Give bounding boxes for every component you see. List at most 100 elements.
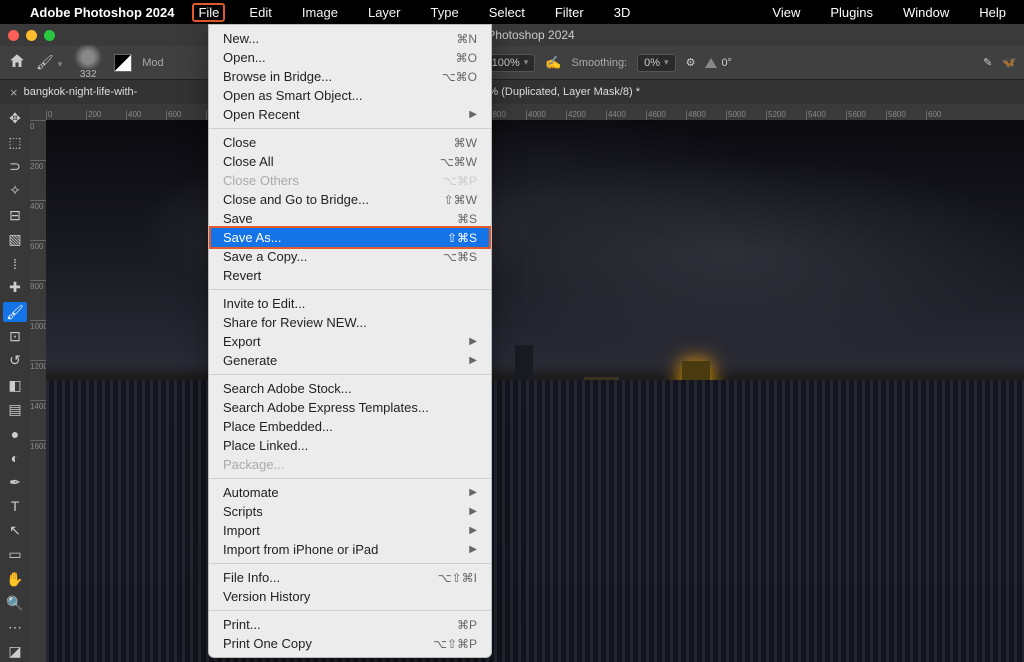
tool-heal[interactable]: ✚ [3, 278, 27, 298]
menu-item-search-adobe-stock[interactable]: Search Adobe Stock... [209, 379, 491, 398]
tool-hand[interactable]: ✋ [3, 569, 27, 589]
menu-select[interactable]: Select [483, 3, 531, 22]
menu-item-export[interactable]: Export▶ [209, 332, 491, 351]
menu-item-label: Package... [223, 457, 284, 472]
menu-file[interactable]: File [192, 3, 225, 22]
tool-marquee[interactable]: ⬚ [3, 132, 27, 152]
menu-item-import[interactable]: Import▶ [209, 521, 491, 540]
menu-separator [209, 289, 491, 290]
menu-item-open-as-smart-object[interactable]: Open as Smart Object... [209, 86, 491, 105]
menu-plugins[interactable]: Plugins [824, 3, 879, 22]
tool-stamp[interactable]: ⊡ [3, 326, 27, 346]
blend-swatch-icon[interactable] [114, 54, 132, 72]
menu-item-new[interactable]: New...⌘N [209, 29, 491, 48]
symmetry-icon[interactable]: ✎ [983, 56, 992, 69]
menu-item-close[interactable]: Close⌘W [209, 133, 491, 152]
menu-view[interactable]: View [766, 3, 806, 22]
menu-help[interactable]: Help [973, 3, 1012, 22]
menu-item-place-linked[interactable]: Place Linked... [209, 436, 491, 455]
gear-icon[interactable]: ⚙ [686, 56, 696, 69]
menu-item-shortcut: ⌥⌘O [442, 70, 477, 84]
menu-filter[interactable]: Filter [549, 3, 590, 22]
menu-item-browse-in-bridge[interactable]: Browse in Bridge...⌥⌘O [209, 67, 491, 86]
brush-angle[interactable]: 0° [705, 57, 732, 69]
toolbox: ✥ ⬚ ⊃ ✧ ⊟ ▧ ⁞ ✚ 🖌 ⊡ ↺ ◧ ▤ ● ◐ ✒ T ↖ ▭ ✋ 🔍 ⋯ ◪ [0, 104, 30, 662]
options-bar: 🖌 ▾ 332 Mod w: 100%▾ ✍ Smoothing: 0%▾ ⚙ … [0, 46, 1024, 80]
tool-wand[interactable]: ✧ [3, 181, 27, 201]
tool-frame[interactable]: ▧ [3, 229, 27, 249]
chevron-right-icon: ▶ [469, 355, 477, 366]
flow-select[interactable]: 100%▾ [485, 54, 536, 72]
menu-item-place-embedded[interactable]: Place Embedded... [209, 417, 491, 436]
tool-eraser[interactable]: ◧ [3, 375, 27, 395]
tool-rect[interactable]: ▭ [3, 545, 27, 565]
menu-item-shortcut: ⌘N [456, 32, 477, 46]
tool-lasso[interactable]: ⊃ [3, 157, 27, 177]
tool-brush[interactable]: 🖌 [3, 302, 27, 322]
document-tab[interactable]: bangkok-night-life-with- [24, 86, 138, 98]
menu-item-open-recent[interactable]: Open Recent ▶ [209, 105, 491, 124]
tool-fgbg[interactable]: ◪ [3, 642, 27, 662]
menu-item-print[interactable]: Print...⌘P [209, 615, 491, 634]
airbrush-icon[interactable]: ✍ [545, 55, 561, 71]
tool-ellipsis[interactable]: ⋯ [3, 618, 27, 638]
menu-item-label: Place Embedded... [223, 419, 333, 434]
menu-3d[interactable]: 3D [608, 3, 637, 22]
tool-zoom[interactable]: 🔍 [3, 593, 27, 613]
menu-item-share-for-review-new[interactable]: Share for Review NEW... [209, 313, 491, 332]
menu-item-close-and-go-to-bridge[interactable]: Close and Go to Bridge...⇧⌘W [209, 190, 491, 209]
close-window-icon[interactable] [8, 30, 19, 41]
menu-item-save-as[interactable]: Save As...⇧⌘S [209, 226, 491, 249]
menu-layer[interactable]: Layer [362, 3, 407, 22]
menu-item-automate[interactable]: Automate▶ [209, 483, 491, 502]
menu-image[interactable]: Image [296, 3, 344, 22]
brush-tool-preview-icon[interactable]: 🖌 ▾ [36, 54, 62, 71]
menu-item-generate[interactable]: Generate ▶ [209, 351, 491, 370]
macos-menubar: Adobe Photoshop 2024 File Edit Image Layer T… [0, 0, 1024, 24]
menu-item-search-adobe-express-templates[interactable]: Search Adobe Express Templates... [209, 398, 491, 417]
butterfly-icon[interactable]: 🦋 [1002, 56, 1016, 69]
menu-item-package: Package... [209, 455, 491, 474]
chevron-right-icon: ▶ [469, 506, 477, 517]
tool-history[interactable]: ↺ [3, 351, 27, 371]
menu-item-label: Search Adobe Stock... [223, 381, 352, 396]
menu-item-scripts[interactable]: Scripts▶ [209, 502, 491, 521]
menu-item-print-one-copy[interactable]: Print One Copy⌥⇧⌘P [209, 634, 491, 653]
smoothing-select[interactable]: 0%▾ [637, 54, 675, 72]
menu-item-label: Print... [223, 617, 261, 632]
tool-blur[interactable]: ● [3, 423, 27, 443]
close-tab-icon[interactable]: × [10, 85, 18, 100]
menu-item-label: Generate [223, 353, 277, 368]
menu-item-label: Open Recent [223, 107, 300, 122]
menu-edit[interactable]: Edit [243, 3, 277, 22]
canvas[interactable] [46, 120, 1024, 662]
tool-pen[interactable]: ✒ [3, 472, 27, 492]
document-image [46, 120, 1024, 662]
menu-window[interactable]: Window [897, 3, 955, 22]
minimize-window-icon[interactable] [26, 30, 37, 41]
tool-gradient[interactable]: ▤ [3, 399, 27, 419]
menu-item-revert[interactable]: Revert [209, 266, 491, 285]
menu-item-version-history[interactable]: Version History [209, 587, 491, 606]
menu-item-import-from-iphone-or-ipad[interactable]: Import from iPhone or iPad▶ [209, 540, 491, 559]
tool-type[interactable]: T [3, 496, 27, 516]
tool-move[interactable]: ✥ [3, 108, 27, 128]
menu-separator [209, 563, 491, 564]
home-icon[interactable] [8, 52, 26, 73]
chevron-right-icon: ▶ [469, 109, 477, 120]
menu-item-label: Save a Copy... [223, 249, 307, 264]
menu-item-file-info[interactable]: File Info...⌥⇧⌘I [209, 568, 491, 587]
app-name[interactable]: Adobe Photoshop 2024 [30, 5, 174, 20]
menu-item-close-all[interactable]: Close All⌥⌘W [209, 152, 491, 171]
tool-crop[interactable]: ⊟ [3, 205, 27, 225]
tool-path[interactable]: ↖ [3, 521, 27, 541]
maximize-window-icon[interactable] [44, 30, 55, 41]
menu-item-invite-to-edit[interactable]: Invite to Edit... [209, 294, 491, 313]
menu-item-save-a-copy[interactable]: Save a Copy...⌥⌘S [209, 247, 491, 266]
menu-item-open[interactable]: Open...⌘O [209, 48, 491, 67]
menu-item-label: Search Adobe Express Templates... [223, 400, 429, 415]
menu-type[interactable]: Type [425, 3, 465, 22]
brush-preview[interactable] [72, 45, 104, 69]
tool-eyedrop[interactable]: ⁞ [3, 254, 27, 274]
tool-dodge[interactable]: ◐ [3, 448, 27, 468]
